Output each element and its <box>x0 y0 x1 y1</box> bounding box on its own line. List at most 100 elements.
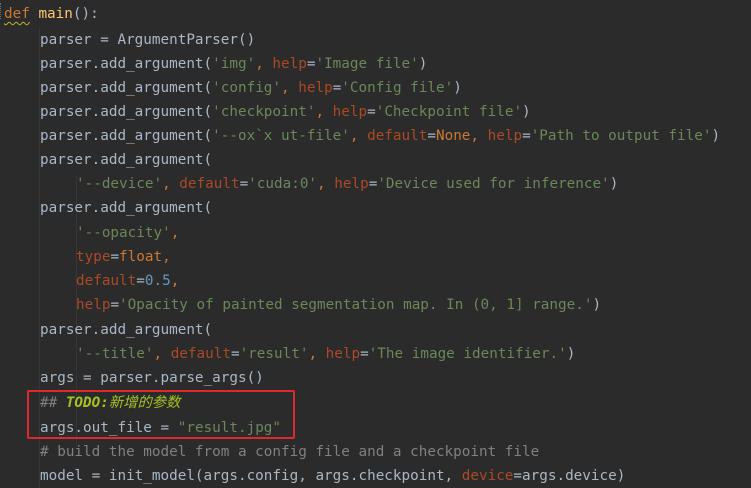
code-token: default <box>179 176 240 192</box>
code-token: '--ox`x ut-file' <box>212 128 350 144</box>
code-token: 'Opacity of painted segmentation map. In… <box>119 297 593 313</box>
code-token: '--device' <box>76 176 163 192</box>
code-token: "result.jpg" <box>177 420 282 436</box>
code-token: , <box>162 176 180 192</box>
code-token: def <box>4 6 30 22</box>
code-token: , <box>255 56 273 72</box>
code-token: 新增的参数 <box>108 395 181 411</box>
code-editor[interactable]: def main(): parser = ArgumentParser() pars… <box>0 0 751 488</box>
code-token: = <box>110 297 120 313</box>
code-token: , <box>153 346 171 362</box>
code-token: default <box>76 273 137 289</box>
code-token: 'Device used for inference' <box>377 176 610 192</box>
code-token: = <box>110 249 120 265</box>
code-token: = <box>522 128 531 144</box>
code-token: help <box>332 104 368 120</box>
code-line[interactable]: model = init_model(args.config, args.che… <box>40 464 625 488</box>
code-token: args.device) <box>522 468 626 484</box>
code-line[interactable]: ## TODO:新增的参数 <box>40 391 180 415</box>
code-token: 'Path to output file' <box>530 128 712 144</box>
code-token: , <box>308 346 326 362</box>
code-token: , <box>315 104 333 120</box>
code-token: # build the model from a config file and… <box>40 444 540 460</box>
code-token: help <box>298 80 333 96</box>
code-line[interactable]: default=0.5, <box>76 269 179 293</box>
code-token: , <box>317 176 335 192</box>
code-token: main <box>38 6 73 22</box>
code-token: parser.add_argument( <box>40 104 213 120</box>
code-line[interactable]: '--title', default='result', help='The i… <box>76 342 575 366</box>
code-line[interactable]: '--opacity', <box>76 221 179 245</box>
code-line[interactable]: type=float, <box>76 245 171 269</box>
code-token: 'The image identifier.' <box>368 346 567 362</box>
code-line[interactable]: parser.add_argument('checkpoint', help='… <box>40 100 531 124</box>
code-token: help <box>325 346 361 362</box>
code-token: args = parser.parse_args() <box>40 370 264 386</box>
code-token: , <box>349 128 368 144</box>
code-line[interactable]: def main(): <box>4 2 99 26</box>
code-token: = <box>367 104 376 120</box>
code-token: 'config' <box>212 80 282 96</box>
code-token: 'checkpoint' <box>212 104 316 120</box>
code-line[interactable]: parser.add_argument( <box>40 148 212 172</box>
code-token: , <box>170 225 180 241</box>
code-token: TODO: <box>65 395 109 411</box>
code-token: , <box>281 80 299 96</box>
code-token: type <box>76 249 111 265</box>
code-token: 'Image file' <box>315 56 419 72</box>
code-token: = <box>360 346 369 362</box>
code-token: help <box>272 56 307 72</box>
code-line[interactable]: parser = ArgumentParser() <box>40 28 255 52</box>
code-token: ) <box>711 128 721 144</box>
code-token: device <box>461 468 514 484</box>
code-token: = <box>230 346 240 362</box>
code-token: , <box>170 273 180 289</box>
code-line[interactable]: parser.add_argument('img', help='Image f… <box>40 52 427 76</box>
code-token: ) <box>522 104 531 120</box>
code-line[interactable]: parser.add_argument('config', help='Conf… <box>40 76 462 100</box>
code-token: = <box>239 176 249 192</box>
code-line[interactable]: # build the model from a config file and… <box>40 440 539 464</box>
code-line[interactable]: args = parser.parse_args() <box>40 366 264 390</box>
code-token: parser.add_argument( <box>40 56 213 72</box>
code-token: '--title' <box>76 346 154 362</box>
code-token: default <box>367 128 428 144</box>
code-line[interactable]: parser.add_argument('--ox`x ut-file', de… <box>40 124 720 148</box>
code-token: help <box>487 128 523 144</box>
code-token: 'Checkpoint file' <box>375 104 523 120</box>
code-token: = <box>427 128 436 144</box>
code-token: parser.add_argument( <box>40 80 213 96</box>
code-token: parser.add_argument( <box>40 128 213 144</box>
code-token: parser.add_argument( <box>40 200 213 216</box>
code-token: None <box>435 128 471 144</box>
code-token: 'result' <box>239 346 309 362</box>
code-token: = <box>332 80 342 96</box>
code-token: args.out_file = <box>40 420 178 436</box>
code-line[interactable]: parser.add_argument( <box>40 196 212 220</box>
code-token: default <box>170 346 231 362</box>
code-line[interactable]: args.out_file = "result.jpg" <box>40 416 281 440</box>
code-token: 'Config file' <box>341 80 454 96</box>
code-token: 0.5 <box>144 273 171 289</box>
code-token: model = init_model(args.config, args.che… <box>40 468 462 484</box>
code-token: = <box>513 468 523 484</box>
code-token: float <box>119 249 163 265</box>
code-token: ) <box>609 176 619 192</box>
code-token: help <box>334 176 369 192</box>
code-token: , <box>162 249 171 265</box>
code-token: help <box>76 297 111 313</box>
code-token: ## <box>40 395 66 411</box>
code-token: parser.add_argument( <box>40 322 213 338</box>
code-token: (): <box>72 6 99 22</box>
code-token: , <box>470 128 488 144</box>
code-line[interactable]: '--device', default='cuda:0', help='Devi… <box>76 172 618 196</box>
code-token: ) <box>418 56 428 72</box>
code-token: = <box>136 273 145 289</box>
code-token: parser = ArgumentParser() <box>40 32 256 48</box>
code-token: parser.add_argument( <box>40 152 213 168</box>
code-line[interactable]: help='Opacity of painted segmentation ma… <box>76 293 601 317</box>
code-line[interactable]: parser.add_argument( <box>40 318 212 342</box>
code-token: '--opacity' <box>76 225 171 241</box>
code-token: ) <box>453 80 462 96</box>
code-token: 'img' <box>212 56 256 72</box>
